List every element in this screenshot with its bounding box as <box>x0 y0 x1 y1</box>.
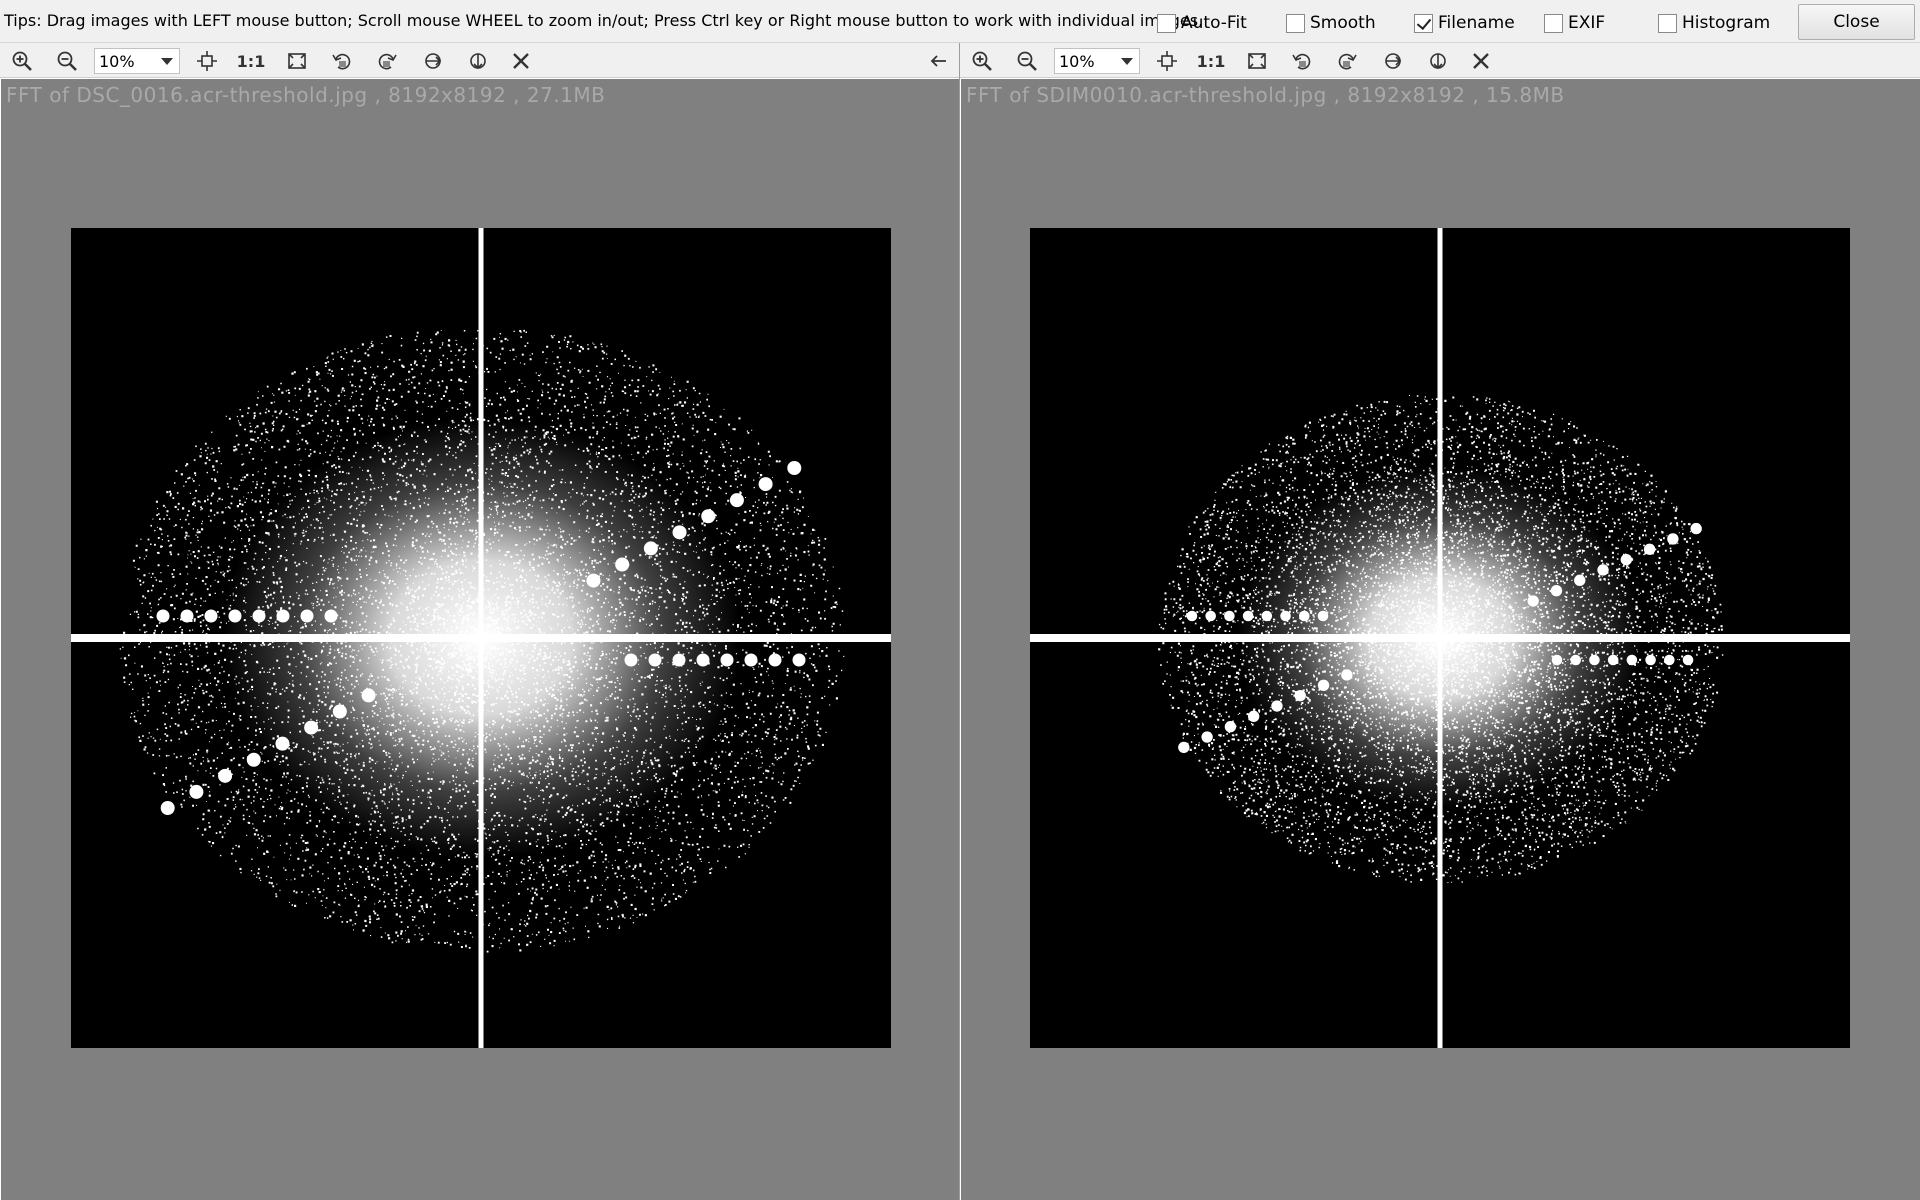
smooth-box[interactable] <box>1286 13 1305 33</box>
auto-fit-checkbox[interactable]: Auto-Fit <box>1157 12 1247 34</box>
fit-icon[interactable] <box>1152 48 1182 74</box>
left-image-pane: 10% 1:1 FFT of DSC_0016.acr-threshold.jp… <box>0 43 960 1200</box>
sync-arrow-icon[interactable] <box>923 48 953 74</box>
left-fft-spectrum <box>71 228 891 1048</box>
filename-box[interactable] <box>1414 13 1433 33</box>
right-toolbar: 10% 1:1 <box>960 43 1920 78</box>
close-button[interactable]: Close <box>1798 4 1915 40</box>
right-fft-spectrum <box>1030 228 1850 1048</box>
auto-fit-label: Auto-Fit <box>1181 13 1247 33</box>
actual-size-button[interactable]: 1:1 <box>1196 48 1226 74</box>
filename-label: Filename <box>1438 13 1515 33</box>
filename-checkbox[interactable]: Filename <box>1414 12 1515 34</box>
chevron-down-icon <box>1121 58 1133 65</box>
histogram-box[interactable] <box>1658 13 1677 33</box>
flip-vertical-icon[interactable] <box>463 48 493 74</box>
left-image-viewport[interactable]: FFT of DSC_0016.acr-threshold.jpg , 8192… <box>1 79 959 1200</box>
smooth-checkbox[interactable]: Smooth <box>1286 12 1376 34</box>
auto-fit-box[interactable] <box>1157 13 1176 33</box>
close-icon[interactable] <box>1466 48 1496 74</box>
right-image-viewport[interactable]: FFT of SDIM0010.acr-threshold.jpg , 8192… <box>961 79 1920 1200</box>
exif-checkbox[interactable]: EXIF <box>1544 12 1605 34</box>
flip-vertical-icon[interactable] <box>1423 48 1453 74</box>
left-fft-image[interactable] <box>71 228 891 1048</box>
smooth-label: Smooth <box>1310 13 1376 33</box>
left-toolbar: 10% 1:1 <box>0 43 959 78</box>
zoom-level-select[interactable]: 10% <box>94 48 180 74</box>
zoom-out-icon[interactable] <box>1012 48 1042 74</box>
image-compare-window: Tips: Drag images with LEFT mouse button… <box>0 0 1920 1200</box>
flip-horizontal-icon[interactable] <box>418 48 448 74</box>
zoom-level-value: 10% <box>1059 51 1095 71</box>
rotate-left-icon[interactable] <box>327 48 357 74</box>
fullscreen-icon[interactable] <box>282 48 312 74</box>
close-icon[interactable] <box>506 48 536 74</box>
zoom-in-icon[interactable] <box>7 48 37 74</box>
zoom-level-value: 10% <box>99 51 135 71</box>
fullscreen-icon[interactable] <box>1242 48 1272 74</box>
actual-size-button[interactable]: 1:1 <box>236 48 266 74</box>
left-image-caption: FFT of DSC_0016.acr-threshold.jpg , 8192… <box>6 83 606 107</box>
top-bar: Tips: Drag images with LEFT mouse button… <box>0 0 1920 43</box>
right-image-pane: 10% 1:1 FFT of SDIM0010.acr-threshold.jp… <box>960 43 1920 1200</box>
rotate-right-icon[interactable] <box>372 48 402 74</box>
histogram-label: Histogram <box>1682 13 1771 33</box>
right-fft-image[interactable] <box>1030 228 1850 1048</box>
right-image-caption: FFT of SDIM0010.acr-threshold.jpg , 8192… <box>966 83 1565 107</box>
chevron-down-icon <box>161 58 173 65</box>
fit-icon[interactable] <box>192 48 222 74</box>
rotate-left-icon[interactable] <box>1287 48 1317 74</box>
tips-text: Tips: Drag images with LEFT mouse button… <box>4 11 1204 30</box>
zoom-out-icon[interactable] <box>52 48 82 74</box>
flip-horizontal-icon[interactable] <box>1378 48 1408 74</box>
zoom-level-select[interactable]: 10% <box>1054 48 1140 74</box>
histogram-checkbox[interactable]: Histogram <box>1658 12 1770 34</box>
zoom-in-icon[interactable] <box>967 48 997 74</box>
exif-label: EXIF <box>1568 13 1606 33</box>
rotate-right-icon[interactable] <box>1332 48 1362 74</box>
exif-box[interactable] <box>1544 13 1563 33</box>
